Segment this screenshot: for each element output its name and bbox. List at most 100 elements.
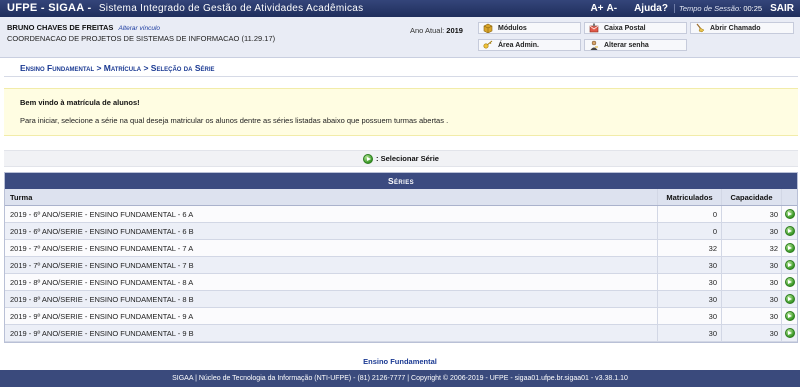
- alterar-senha-button[interactable]: Alterar senha: [584, 39, 687, 51]
- cell-matriculados: 30: [658, 308, 722, 324]
- abrir-chamado-button[interactable]: Abrir Chamado: [690, 22, 794, 34]
- arrow-right-green-icon: [363, 153, 374, 164]
- series-table: Séries Turma Matriculados Capacidade 201…: [4, 172, 798, 343]
- help-link[interactable]: Ajuda?: [634, 3, 668, 14]
- arrow-right-green-icon: [784, 243, 795, 253]
- box-icon: [483, 23, 493, 33]
- table-row: 2019 - 9º ANO/SERIE - ENSINO FUNDAMENTAL…: [5, 325, 797, 342]
- alterar-senha-label: Alterar senha: [604, 41, 649, 49]
- app-subtitle: Sistema Integrado de Gestão de Atividade…: [98, 3, 364, 14]
- area-admin-label: Área Admin.: [498, 41, 539, 49]
- change-link[interactable]: Alterar vínculo: [119, 25, 161, 32]
- cell-capacidade: 30: [722, 206, 782, 222]
- header-capacidade: Capacidade: [722, 189, 782, 205]
- cell-capacidade: 32: [722, 240, 782, 256]
- cell-turma: 2019 - 6º ANO/SERIE - ENSINO FUNDAMENTAL…: [5, 223, 658, 239]
- top-bar: UFPE - SIGAA - Sistema Integrado de Gest…: [0, 0, 800, 17]
- modulos-label: Módulos: [498, 24, 527, 32]
- arrow-right-green-icon: [784, 277, 795, 287]
- logout-button[interactable]: SAIR: [770, 3, 794, 14]
- session-label: Tempo de Sessão:: [678, 4, 742, 13]
- cell-capacidade: 30: [722, 223, 782, 239]
- arrow-right-green-icon: [784, 226, 795, 236]
- arrow-right-green-icon: [784, 294, 795, 304]
- session-timer: Tempo de Sessão: 00:25: [673, 4, 763, 13]
- user-key-icon: [590, 40, 598, 50]
- select-serie-button[interactable]: [782, 274, 797, 290]
- cell-matriculados: 30: [658, 325, 722, 341]
- cell-turma: 2019 - 7º ANO/SERIE - ENSINO FUNDAMENTAL…: [5, 240, 658, 256]
- table-row: 2019 - 6º ANO/SERIE - ENSINO FUNDAMENTAL…: [5, 206, 797, 223]
- select-serie-button[interactable]: [782, 325, 797, 341]
- select-serie-button[interactable]: [782, 240, 797, 256]
- font-decrease-button[interactable]: A-: [607, 3, 618, 14]
- select-serie-button[interactable]: [782, 308, 797, 324]
- welcome-notice: Bem vindo à matrícula de alunos! Para in…: [4, 88, 798, 136]
- current-year: Ano Atual: 2019: [410, 26, 463, 35]
- cell-capacidade: 30: [722, 308, 782, 324]
- select-serie-button[interactable]: [782, 206, 797, 222]
- cell-capacidade: 30: [722, 274, 782, 290]
- cell-turma: 2019 - 8º ANO/SERIE - ENSINO FUNDAMENTAL…: [5, 274, 658, 290]
- area-admin-button[interactable]: Área Admin.: [478, 39, 581, 51]
- table-header: Turma Matriculados Capacidade: [5, 189, 797, 206]
- cell-capacidade: 30: [722, 325, 782, 341]
- user-name: BRUNO CHAVES DE FREITAS: [7, 23, 114, 32]
- table-row: 2019 - 8º ANO/SERIE - ENSINO FUNDAMENTAL…: [5, 274, 797, 291]
- breadcrumb: Ensino Fundamental > Matrícula > Seleção…: [20, 63, 215, 73]
- footer-bar: SIGAA | Núcleo de Tecnologia da Informaç…: [0, 370, 800, 387]
- arrow-right-green-icon: [784, 260, 795, 270]
- table-caption: Séries: [5, 173, 797, 189]
- header-turma: Turma: [5, 189, 658, 205]
- action-legend: : Selecionar Série: [4, 150, 798, 167]
- font-increase-button[interactable]: A+: [590, 3, 603, 14]
- cell-turma: 2019 - 8º ANO/SERIE - ENSINO FUNDAMENTAL…: [5, 291, 658, 307]
- arrow-right-green-icon: [784, 328, 795, 338]
- legend-label: : Selecionar Série: [376, 154, 439, 163]
- broom-icon: [696, 23, 705, 33]
- table-row: 2019 - 6º ANO/SERIE - ENSINO FUNDAMENTAL…: [5, 223, 797, 240]
- app-title: UFPE - SIGAA - Sistema Integrado de Gest…: [7, 2, 363, 14]
- notice-title: Bem vindo à matrícula de alunos!: [20, 98, 140, 107]
- year-label: Ano Atual:: [410, 26, 445, 35]
- cell-matriculados: 30: [658, 291, 722, 307]
- key-icon: [483, 40, 493, 49]
- arrow-right-green-icon: [784, 311, 795, 321]
- table-row: 2019 - 8º ANO/SERIE - ENSINO FUNDAMENTAL…: [5, 291, 797, 308]
- select-serie-button[interactable]: [782, 257, 797, 273]
- cell-matriculados: 30: [658, 257, 722, 273]
- footer-module-link[interactable]: Ensino Fundamental: [0, 357, 800, 366]
- cell-turma: 2019 - 6º ANO/SERIE - ENSINO FUNDAMENTAL…: [5, 206, 658, 222]
- session-time: 00:25: [743, 4, 763, 13]
- abrir-chamado-label: Abrir Chamado: [710, 24, 761, 32]
- table-row: 2019 - 7º ANO/SERIE - ENSINO FUNDAMENTAL…: [5, 240, 797, 257]
- cell-capacidade: 30: [722, 257, 782, 273]
- header-action: [782, 189, 797, 205]
- cell-turma: 2019 - 7º ANO/SERIE - ENSINO FUNDAMENTAL…: [5, 257, 658, 273]
- user-department: COORDENACAO DE PROJETOS DE SISTEMAS DE I…: [7, 34, 276, 43]
- breadcrumb-divider: [4, 76, 798, 77]
- select-serie-button[interactable]: [782, 223, 797, 239]
- user-name-line: BRUNO CHAVES DE FREITAS Alterar vínculo: [7, 23, 160, 32]
- caixa-postal-button[interactable]: Caixa Postal: [584, 22, 687, 34]
- select-serie-button[interactable]: [782, 291, 797, 307]
- cell-matriculados: 0: [658, 223, 722, 239]
- cell-matriculados: 30: [658, 274, 722, 290]
- table-row: 2019 - 7º ANO/SERIE - ENSINO FUNDAMENTAL…: [5, 257, 797, 274]
- top-tools: A+ A- Ajuda? Tempo de Sessão: 00:25 SAIR: [590, 2, 794, 15]
- year-value: 2019: [446, 26, 463, 35]
- cell-matriculados: 0: [658, 206, 722, 222]
- notice-text: Para iniciar, selecione a série na qual …: [20, 116, 449, 125]
- cell-turma: 2019 - 9º ANO/SERIE - ENSINO FUNDAMENTAL…: [5, 325, 658, 341]
- app-name: UFPE - SIGAA -: [7, 2, 92, 14]
- cell-matriculados: 32: [658, 240, 722, 256]
- user-info-panel: BRUNO CHAVES DE FREITAS Alterar vínculo …: [0, 17, 800, 58]
- modulos-button[interactable]: Módulos: [478, 22, 581, 34]
- table-row: 2019 - 9º ANO/SERIE - ENSINO FUNDAMENTAL…: [5, 308, 797, 325]
- cell-capacidade: 30: [722, 291, 782, 307]
- caixa-postal-label: Caixa Postal: [604, 24, 646, 32]
- cell-turma: 2019 - 9º ANO/SERIE - ENSINO FUNDAMENTAL…: [5, 308, 658, 324]
- mail-icon: [589, 23, 599, 33]
- header-matriculados: Matriculados: [658, 189, 722, 205]
- arrow-right-green-icon: [784, 209, 795, 219]
